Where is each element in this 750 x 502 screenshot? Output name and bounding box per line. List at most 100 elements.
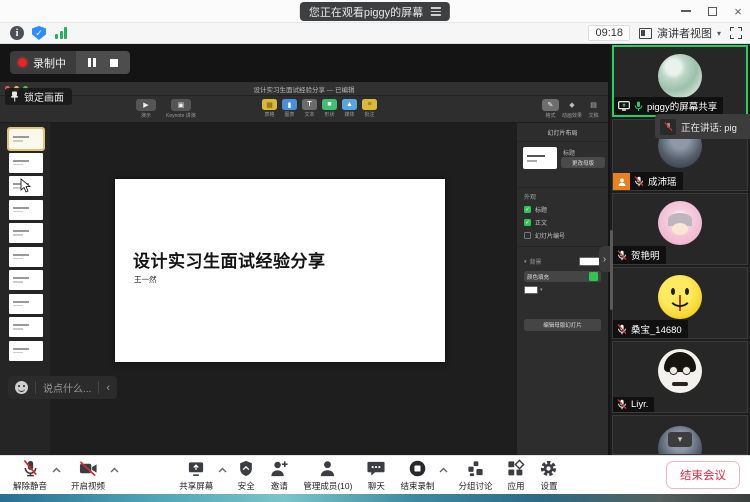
participants-icon — [318, 459, 337, 478]
gear-icon — [539, 459, 558, 478]
tab-animate[interactable]: ◆ 动画效果 — [562, 99, 582, 119]
apps-button[interactable]: 应用 — [499, 456, 532, 494]
participant-tile-piggy[interactable]: piggy的屏幕共享 — [612, 45, 748, 117]
slide-canvas: 设计实习生面试经验分享 王一然 — [50, 123, 516, 455]
keynote-inspector-tabs: ✎ 格式 ◆ 动画效果 ▤ 文稿 — [542, 99, 602, 119]
participant-tile-liyr[interactable]: Liyr. — [612, 341, 748, 413]
insert-table-button[interactable]: ▦ 表格 — [262, 99, 277, 118]
stop-recording-icon[interactable] — [110, 59, 118, 67]
document-icon: ▤ — [585, 99, 602, 111]
checkbox-body[interactable]: ✓ 正文 — [524, 218, 601, 227]
change-master-button[interactable]: 更改母版 — [561, 157, 605, 168]
sidebar-toggle-handle[interactable]: › — [599, 246, 610, 272]
breakout-rooms-button[interactable]: 分组讨论 — [451, 456, 499, 494]
tab-format[interactable]: ✎ 格式 — [542, 99, 559, 119]
fill-color-swatch[interactable] — [524, 286, 538, 294]
invite-person-icon — [269, 459, 289, 478]
slide-thumbnail[interactable] — [9, 153, 43, 173]
edit-master-button[interactable]: 编辑母版幻灯片 — [524, 319, 601, 331]
avatar — [658, 349, 702, 393]
chat-input[interactable]: 说点什么... — [43, 380, 91, 395]
pause-recording-icon[interactable] — [88, 58, 96, 67]
settings-button[interactable]: 设置 — [532, 456, 565, 494]
master-slide-thumbnail[interactable] — [523, 147, 557, 169]
checkbox-title[interactable]: ✓ 标题 — [524, 205, 601, 214]
share-screen-icon — [186, 459, 206, 478]
slide-thumbnail[interactable] — [9, 129, 43, 149]
insert-media-button[interactable]: ▲ 媒体 — [342, 99, 357, 118]
table-icon: ▦ — [262, 99, 277, 110]
keynote-titlebar: 设计实习生面试经验分享 — 已编辑 — [0, 82, 608, 96]
fullscreen-icon[interactable] — [730, 27, 742, 39]
manage-participants-button[interactable]: 管理成员(10) — [296, 456, 359, 494]
meeting-info-icon[interactable]: i — [10, 26, 24, 40]
close-icon[interactable]: × — [730, 3, 746, 19]
keynote-toolbar: ▶ 演示 ▣ Keynote 讲演 ▦ 表格 ▮ — [0, 96, 608, 123]
keynote-play-button[interactable]: ▶ 演示 — [136, 99, 156, 119]
participants-sidebar: piggy的屏幕共享 成沛瑶 — [610, 44, 750, 455]
viewing-banner: 您正在观看piggy的屏幕 — [300, 2, 450, 21]
slide-thumbnail[interactable] — [9, 270, 43, 290]
tab-document[interactable]: ▤ 文稿 — [585, 99, 602, 119]
security-shield-icon — [237, 459, 255, 478]
viewing-banner-text: 您正在观看piggy的屏幕 — [309, 4, 423, 20]
mic-muted-icon — [617, 324, 627, 335]
participant-tile-heyanming[interactable]: 贺艳明 — [612, 193, 748, 265]
slide-thumbnail[interactable] — [9, 317, 43, 337]
inspector-header: 幻灯片布局 — [517, 123, 608, 142]
fill-type-dropdown[interactable]: 颜色填充 — [524, 271, 601, 282]
maximize-icon[interactable] — [704, 3, 720, 19]
security-button[interactable]: 安全 — [230, 456, 262, 494]
checkbox-unchecked-icon — [524, 232, 531, 239]
keynote-window: 设计实习生面试经验分享 — 已编辑 ▶ 演示 ▣ Keynote 讲演 ▦ — [0, 82, 608, 455]
sidebar-scrollbar[interactable] — [610, 230, 613, 310]
pin-screen-button[interactable]: 锁定画面 — [5, 88, 72, 105]
banner-options-icon[interactable] — [431, 7, 441, 16]
collapse-strip-button[interactable]: ▾ — [668, 432, 692, 447]
emoji-icon[interactable] — [15, 381, 28, 394]
pin-label: 锁定画面 — [24, 89, 64, 104]
invite-button[interactable]: 邀请 — [262, 456, 296, 494]
shared-screen-area: 录制中 设计实习生面试经验分享 — 已编辑 ▶ 演示 — [0, 44, 610, 455]
share-screen-button[interactable]: 共享屏幕 — [172, 456, 220, 494]
insert-text-button[interactable]: T 文本 — [302, 99, 317, 118]
background-color-well[interactable] — [579, 257, 601, 266]
slide-thumbnail[interactable] — [9, 341, 43, 361]
checkbox-slide-number[interactable]: 幻灯片编号 — [524, 231, 601, 240]
slide-subtitle: 王一然 — [134, 274, 157, 285]
chat-bubble-icon — [366, 459, 386, 478]
comment-icon: ≡ — [362, 99, 377, 110]
mouse-cursor — [20, 178, 31, 193]
format-inspector-panel: 幻灯片布局 标题 更改母版 外观 ✓ 标题 ✓ — [516, 123, 608, 455]
chat-button[interactable]: 聊天 — [359, 456, 393, 494]
slide-thumbnail[interactable] — [9, 223, 43, 243]
participant-tile-sangbao[interactable]: 桑宝_14680 — [612, 267, 748, 339]
mic-on-icon — [634, 101, 643, 112]
window-controls: × — [678, 2, 746, 20]
meeting-info-bar: i ✓ 09:18 演讲者视图 ▾ — [0, 22, 750, 44]
end-meeting-button[interactable]: 结束会议 — [666, 461, 740, 489]
stop-record-icon — [408, 459, 427, 478]
keynote-live-button[interactable]: ▣ Keynote 讲演 — [166, 99, 196, 119]
recording-label: 录制中 — [33, 55, 66, 71]
stop-recording-button[interactable]: 结束录制 — [393, 456, 441, 494]
chat-collapse-icon[interactable]: ‹ — [106, 382, 110, 394]
mic-muted-icon — [617, 250, 627, 261]
start-video-button[interactable]: 开启视频 — [64, 456, 112, 494]
insert-shape-button[interactable]: ■ 形状 — [322, 99, 337, 118]
keynote-insert-tools: ▦ 表格 ▮ 图表 T 文本 ■ 形状 — [262, 99, 377, 118]
slide-thumbnail[interactable] — [9, 200, 43, 220]
mic-muted-icon — [664, 122, 673, 132]
slide-thumbnail[interactable] — [9, 294, 43, 314]
current-slide[interactable]: 设计实习生面试经验分享 王一然 — [115, 179, 445, 362]
disclosure-triangle-icon[interactable]: ▾ — [524, 259, 527, 265]
insert-comment-button[interactable]: ≡ 批注 — [362, 99, 377, 118]
chart-icon: ▮ — [282, 99, 297, 110]
encryption-shield-icon[interactable]: ✓ — [32, 26, 46, 40]
insert-chart-button[interactable]: ▮ 图表 — [282, 99, 297, 118]
slide-thumbnail[interactable] — [9, 247, 43, 267]
participant-tile-partial[interactable]: ▾ — [612, 415, 748, 455]
view-mode-button[interactable]: 演讲者视图 ▾ — [639, 25, 721, 41]
minimize-icon[interactable] — [678, 3, 694, 19]
unmute-button[interactable]: 解除静音 — [6, 456, 54, 494]
